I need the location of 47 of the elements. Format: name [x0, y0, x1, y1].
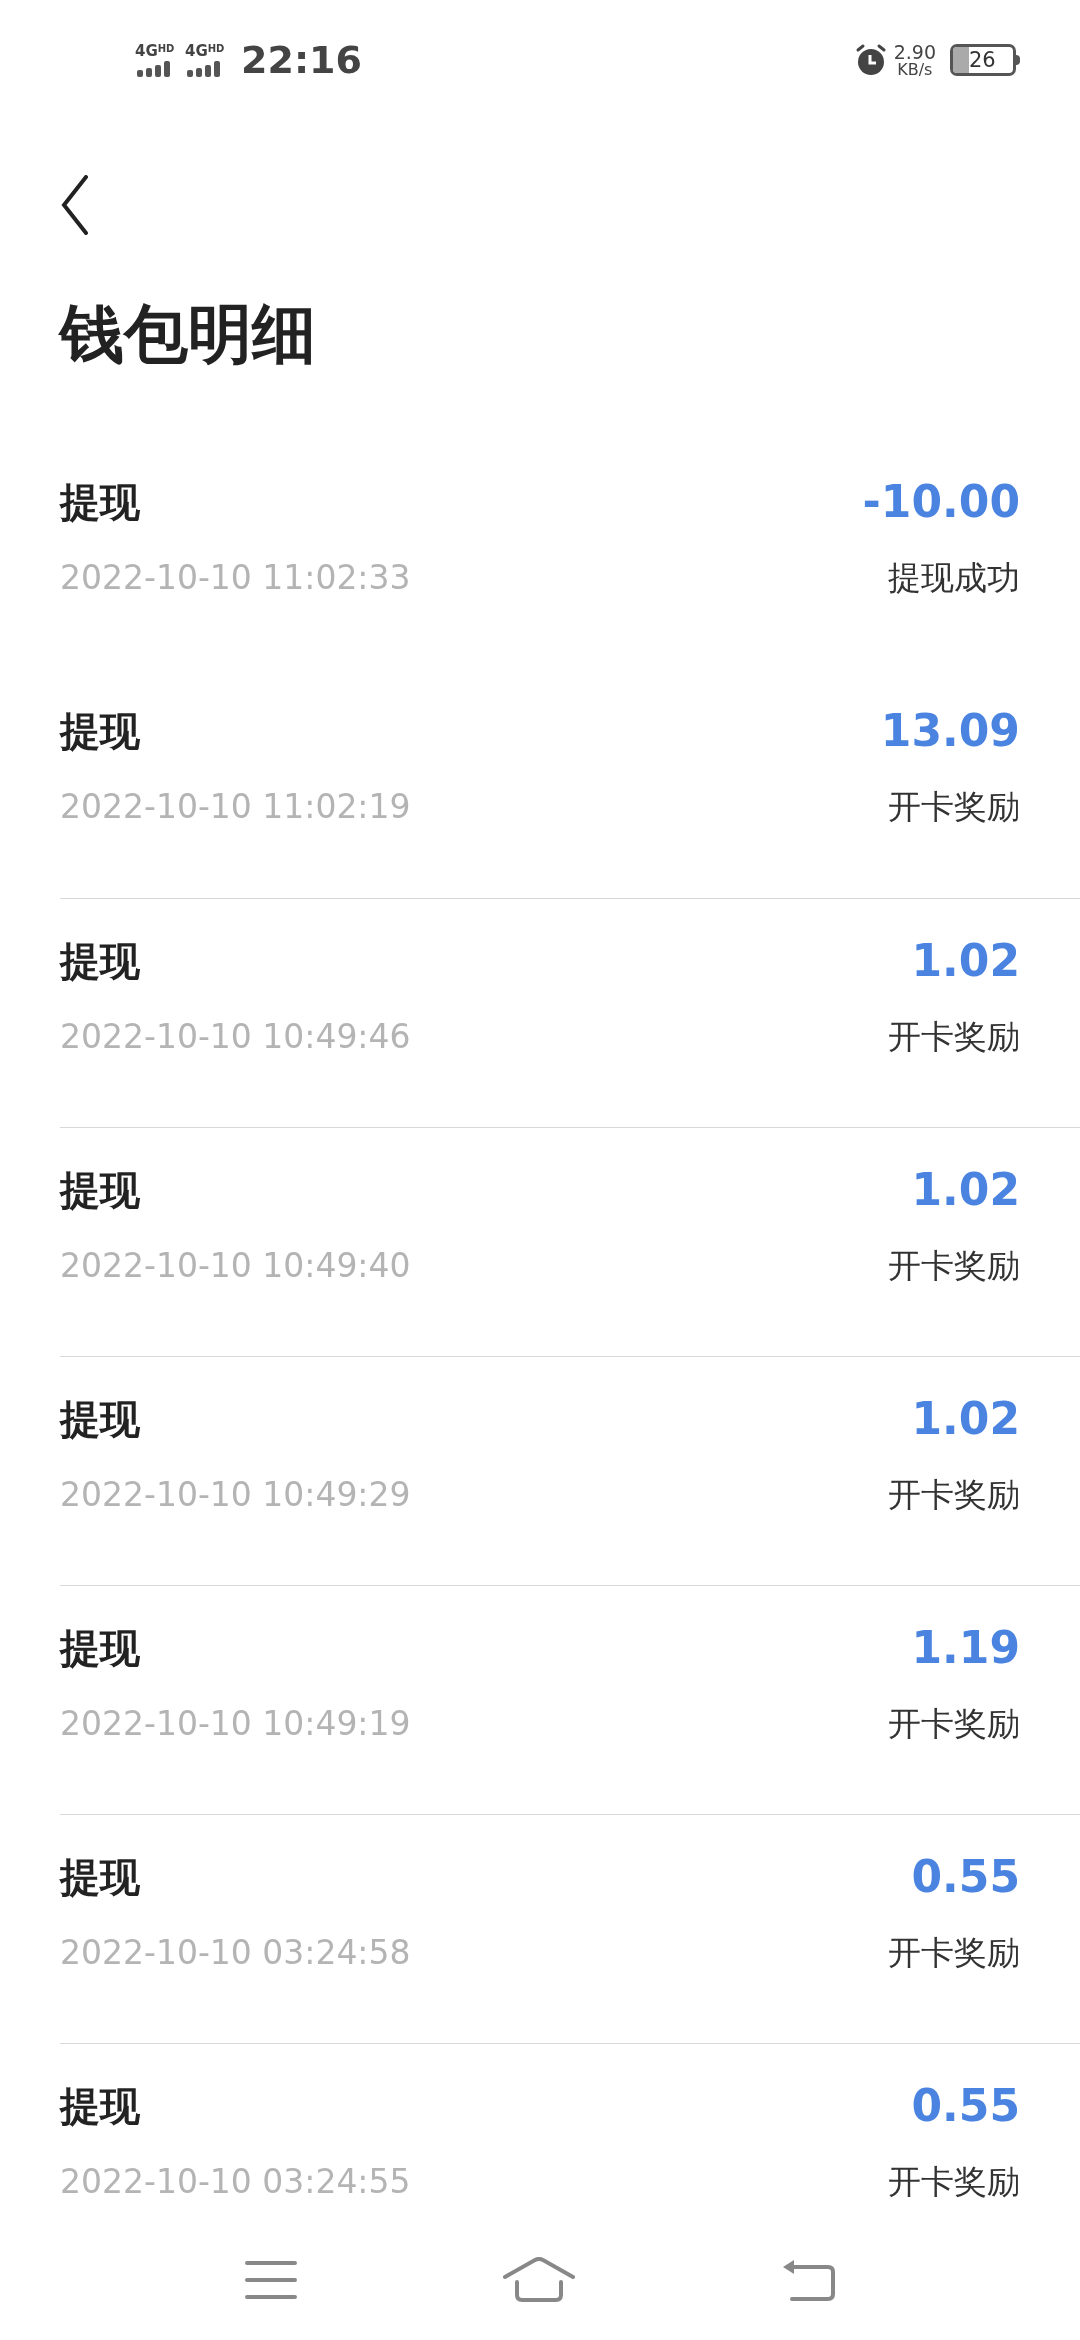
record-title: 提现 [60, 1395, 140, 1444]
network-hd-label: HD [207, 43, 225, 54]
record-note: 开卡奖励 [888, 2161, 1020, 2204]
clock-time: 22:16 [241, 36, 362, 84]
record-amount: 1.19 [911, 1621, 1020, 1675]
record-note: 开卡奖励 [888, 1245, 1020, 1288]
return-icon [781, 2258, 835, 2302]
record-time: 2022-10-10 10:49:46 [60, 1016, 411, 1059]
record-amount: 1.02 [911, 1392, 1020, 1446]
record-note: 开卡奖励 [888, 1474, 1020, 1517]
record-note: 开卡奖励 [888, 1932, 1020, 1975]
record-amount: -10.00 [862, 475, 1020, 529]
record-title: 提现 [60, 937, 140, 986]
record-note: 提现成功 [888, 557, 1020, 600]
record-time: 2022-10-10 11:02:33 [60, 557, 411, 600]
menu-button[interactable] [245, 2260, 297, 2300]
record-time: 2022-10-10 03:24:58 [60, 1932, 411, 1975]
home-icon [503, 2257, 575, 2303]
record-title: 提现 [60, 2082, 140, 2131]
record-time: 2022-10-10 10:49:19 [60, 1703, 411, 1746]
back-nav-button[interactable] [781, 2258, 835, 2302]
record-title: 提现 [60, 1166, 140, 1215]
record-title: 提现 [60, 707, 140, 756]
record-title: 提现 [60, 1853, 140, 1902]
network-hd-label: HD [157, 43, 175, 54]
record-time: 2022-10-10 10:49:40 [60, 1245, 411, 1288]
record-title: 提现 [60, 478, 140, 527]
speed-unit: KB/s [897, 61, 933, 78]
battery-percent: 26 [969, 49, 996, 71]
record-note: 开卡奖励 [888, 1703, 1020, 1746]
record-time: 2022-10-10 03:24:55 [60, 2161, 411, 2204]
record-amount: 1.02 [911, 1163, 1020, 1217]
record-amount: 1.02 [911, 934, 1020, 988]
record-note: 开卡奖励 [888, 1016, 1020, 1059]
page-title: 钱包明细 [57, 296, 317, 373]
record-amount: 13.09 [880, 704, 1020, 758]
menu-icon [245, 2260, 297, 2300]
record-amount: 0.55 [911, 2079, 1020, 2133]
network-speed: 2.90 [893, 42, 936, 62]
record-amount: 0.55 [911, 1850, 1020, 1904]
record-note: 开卡奖励 [888, 786, 1020, 829]
record-time: 2022-10-10 10:49:29 [60, 1474, 411, 1517]
network-type: 4G [135, 43, 158, 59]
record-time: 2022-10-10 11:02:19 [60, 786, 411, 829]
network-type: 4G [185, 43, 208, 59]
home-button[interactable] [503, 2257, 575, 2303]
record-title: 提现 [60, 1624, 140, 1673]
